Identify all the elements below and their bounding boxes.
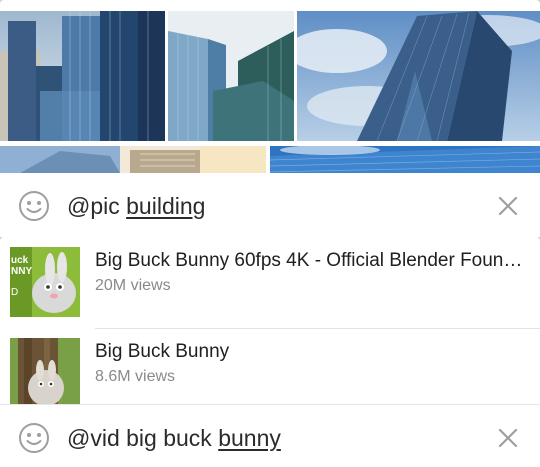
photo-search-prefix: @pic [67, 193, 127, 219]
photo-search-term: building [126, 193, 206, 219]
svg-text:D: D [11, 287, 18, 298]
close-icon[interactable] [496, 426, 520, 450]
photo-result-2[interactable] [168, 11, 294, 141]
video-views: 8.6M views [95, 368, 176, 385]
svg-text:uck: uck [11, 255, 29, 266]
photo-search-input[interactable]: @pic building [67, 193, 205, 220]
smiley-icon[interactable] [18, 190, 50, 222]
photo-search-bar: @pic building [0, 173, 540, 237]
video-search-term: bunny [218, 425, 281, 451]
video-thumbnail [10, 338, 80, 408]
list-item[interactable]: uck NNY D Big Buck Bunny 60fps 4K - Offi… [0, 237, 540, 329]
video-views: 20M views [95, 277, 171, 294]
close-icon[interactable] [496, 194, 520, 218]
smiley-icon[interactable] [18, 422, 50, 454]
svg-text:NNY: NNY [11, 266, 32, 277]
video-thumbnail: uck NNY D [10, 247, 80, 317]
video-search-input[interactable]: @vid big buck bunny [67, 425, 281, 452]
photo-result-1[interactable] [0, 11, 165, 141]
photo-result-3[interactable] [297, 11, 540, 141]
video-search-prefix: @vid big buck [67, 425, 219, 451]
photo-result-5[interactable] [270, 146, 540, 173]
video-results-list: uck NNY D Big Buck Bunny 60fps 4K - Offi… [0, 237, 540, 419]
video-title: Big Buck Bunny 60fps 4K - Official Blend… [95, 250, 530, 271]
video-title: Big Buck Bunny [95, 341, 230, 362]
photo-results-panel: @pic building [0, 0, 540, 237]
photo-result-4[interactable] [0, 146, 266, 173]
video-search-bar: @vid big buck bunny [0, 404, 540, 467]
